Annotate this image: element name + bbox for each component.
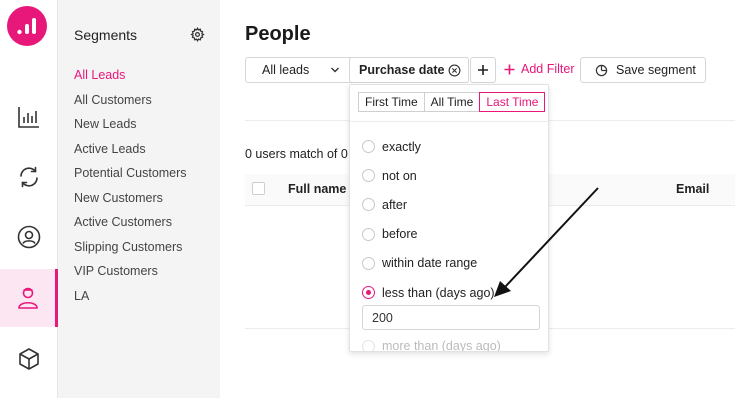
- pie-chart-icon: [595, 64, 608, 76]
- tab-last-time[interactable]: Last Time: [479, 92, 546, 112]
- save-segment-label: Save segment: [616, 63, 696, 77]
- nav-analytics[interactable]: [0, 88, 57, 146]
- segment-item[interactable]: New Customers: [74, 190, 187, 215]
- option-not-on[interactable]: not on: [362, 161, 495, 190]
- option-label: less than (days ago): [382, 285, 495, 300]
- option-before[interactable]: before: [362, 220, 495, 249]
- segment-select[interactable]: All leads: [245, 57, 357, 83]
- match-count: 0 users match of 0: [245, 147, 348, 161]
- condition-options: exactly not on after before within date …: [362, 132, 495, 307]
- nav-profile[interactable]: [0, 208, 57, 266]
- radio-button[interactable]: [362, 140, 375, 154]
- active-filter-chip[interactable]: Purchase date: [349, 57, 469, 83]
- radio-button[interactable]: [362, 227, 375, 241]
- option-label: before: [382, 227, 418, 242]
- add-filter-button[interactable]: Add Filter: [504, 62, 575, 76]
- divider: [350, 121, 548, 122]
- active-filter-label: Purchase date: [359, 63, 445, 77]
- segment-item[interactable]: VIP Customers: [74, 263, 187, 288]
- option-more-than-days-ago[interactable]: more than (days ago): [362, 339, 501, 352]
- page-title: People: [245, 23, 311, 45]
- add-condition-button[interactable]: [470, 57, 496, 83]
- add-filter-label: Add Filter: [521, 62, 575, 76]
- segment-item[interactable]: All Customers: [74, 92, 187, 117]
- segment-item[interactable]: Active Leads: [74, 141, 187, 166]
- people-icon: [17, 287, 38, 309]
- nav-sync[interactable]: [0, 148, 57, 206]
- segment-item[interactable]: All Leads: [74, 67, 187, 92]
- segments-list: All Leads All Customers New Leads Active…: [74, 67, 187, 312]
- select-all-checkbox[interactable]: [252, 182, 265, 195]
- segments-title: Segments: [74, 27, 138, 43]
- option-label: not on: [382, 168, 417, 183]
- column-header-email[interactable]: Email: [676, 182, 709, 196]
- plus-icon: [504, 64, 515, 74]
- segments-settings-button[interactable]: [190, 27, 205, 47]
- segment-item[interactable]: LA: [74, 288, 187, 313]
- icon-rail: [0, 0, 58, 398]
- option-label: more than (days ago): [382, 339, 501, 352]
- option-less-than-days-ago[interactable]: less than (days ago): [362, 278, 495, 307]
- save-segment-button[interactable]: Save segment: [580, 57, 706, 83]
- radio-button-selected[interactable]: [362, 286, 375, 300]
- box-icon: [18, 348, 39, 370]
- tab-all-time[interactable]: All Time: [423, 92, 481, 112]
- nav-products[interactable]: [0, 330, 57, 388]
- bar-chart-icon: [17, 107, 39, 128]
- radio-button[interactable]: [362, 169, 375, 183]
- column-header-full-name[interactable]: Full name: [288, 182, 346, 196]
- option-within-date-range[interactable]: within date range: [362, 249, 495, 278]
- radio-button[interactable]: [362, 198, 375, 212]
- remove-filter-icon[interactable]: [448, 64, 461, 77]
- app-logo[interactable]: [7, 6, 47, 46]
- segment-item[interactable]: Active Customers: [74, 214, 187, 239]
- radio-button[interactable]: [362, 256, 375, 270]
- option-label: after: [382, 197, 408, 212]
- option-label: within date range: [382, 256, 478, 271]
- nav-people[interactable]: [0, 269, 58, 327]
- option-label: exactly: [382, 139, 421, 154]
- logo-bars-icon: [17, 18, 36, 35]
- segment-item[interactable]: Slipping Customers: [74, 239, 187, 264]
- option-exactly[interactable]: exactly: [362, 132, 495, 161]
- option-after[interactable]: after: [362, 190, 495, 219]
- segments-sidebar: Segments All Leads All Customers New Lea…: [58, 0, 220, 398]
- segment-item[interactable]: Potential Customers: [74, 165, 187, 190]
- user-circle-icon: [17, 225, 40, 249]
- filter-dropdown: First Time All Time Last Time exactly no…: [349, 84, 549, 352]
- segment-item[interactable]: New Leads: [74, 116, 187, 141]
- gear-icon: [190, 27, 205, 42]
- sync-icon: [19, 166, 38, 188]
- time-tabs: First Time All Time Last Time: [358, 92, 546, 112]
- radio-button[interactable]: [362, 339, 375, 351]
- chevron-down-icon: [331, 67, 339, 73]
- plus-icon: [478, 65, 488, 75]
- days-ago-input[interactable]: [362, 305, 540, 330]
- tab-first-time[interactable]: First Time: [358, 92, 425, 112]
- segment-select-label: All leads: [262, 63, 310, 77]
